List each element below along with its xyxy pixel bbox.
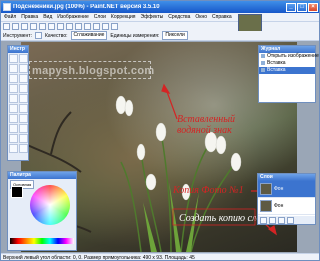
copy-icon[interactable] xyxy=(48,23,55,30)
grid-icon[interactable] xyxy=(102,23,109,30)
clone-stamp-tool-icon[interactable] xyxy=(9,124,18,133)
menu-file[interactable]: Файл xyxy=(4,14,16,20)
main-toolbar xyxy=(1,21,319,31)
colors-panel-title: Палитра xyxy=(8,172,76,179)
app-window: Подснежники.jpg (100%) - Paint.NET верси… xyxy=(0,0,320,261)
history-item[interactable]: Вставка xyxy=(259,60,315,67)
magic-wand-tool-icon[interactable] xyxy=(9,84,18,93)
recolor-tool-icon[interactable] xyxy=(19,124,28,133)
app-icon xyxy=(3,3,11,11)
new-icon[interactable] xyxy=(3,23,10,30)
minimize-button[interactable]: _ xyxy=(286,2,296,12)
shapes-tool-icon[interactable] xyxy=(9,144,18,153)
menu-layers[interactable]: Слои xyxy=(94,14,106,20)
open-icon[interactable] xyxy=(12,23,19,30)
tools-grid xyxy=(8,53,28,154)
rectangle-select-tool-icon[interactable] xyxy=(9,54,18,63)
quality-select[interactable]: Сглаживание xyxy=(70,31,108,40)
move-tool-icon[interactable] xyxy=(19,54,28,63)
crop-icon[interactable] xyxy=(66,23,73,30)
menu-view[interactable]: Вид xyxy=(43,14,52,20)
deselect-icon[interactable] xyxy=(75,23,82,30)
paste-icon[interactable] xyxy=(57,23,64,30)
layer-row[interactable]: Фон xyxy=(258,198,315,215)
units-label: Единицы измерения: xyxy=(110,32,160,39)
gradient-tool-icon[interactable] xyxy=(19,94,28,103)
line-tool-icon[interactable] xyxy=(19,134,28,143)
image-thumbnail[interactable] xyxy=(238,14,262,32)
history-panel: Журнал Открыть изображение Вставка Встав… xyxy=(258,45,319,103)
ellipse-select-tool-icon[interactable] xyxy=(9,74,18,83)
pan-tool-icon[interactable] xyxy=(19,84,28,93)
delete-layer-icon[interactable] xyxy=(269,216,276,224)
menu-effects[interactable]: Эффекты xyxy=(141,14,164,20)
menu-image[interactable]: Изображение xyxy=(57,14,89,20)
layer-thumbnail xyxy=(260,200,272,212)
create-copy-annotation: Создать копию слоя xyxy=(179,213,266,224)
history-item[interactable]: Открыть изображение xyxy=(259,53,319,60)
color-wheel[interactable] xyxy=(30,185,70,225)
move-selection-tool-icon[interactable] xyxy=(19,64,28,73)
menu-adjustments[interactable]: Коррекция xyxy=(111,14,136,20)
pencil-tool-icon[interactable] xyxy=(9,114,18,123)
zoom-tool-icon[interactable] xyxy=(19,74,28,83)
tool-select-icon[interactable] xyxy=(34,32,42,39)
tools-panel-title: Инстр xyxy=(8,46,28,53)
history-item[interactable]: Вставка xyxy=(259,67,315,74)
cut-icon[interactable] xyxy=(39,23,46,30)
quality-label: Качество: xyxy=(44,32,68,39)
text-tool-icon[interactable] xyxy=(9,134,18,143)
menu-utilities[interactable]: Средства xyxy=(168,14,190,20)
redo-icon[interactable] xyxy=(93,23,100,30)
history-panel-title: Журнал xyxy=(259,46,315,53)
layer-name: Фон xyxy=(274,186,284,192)
paintbrush-tool-icon[interactable] xyxy=(9,104,18,113)
undo-icon[interactable] xyxy=(84,23,91,30)
layer-name: Фон xyxy=(274,203,284,209)
menu-edit[interactable]: Правка xyxy=(21,14,38,20)
close-button[interactable]: × xyxy=(308,2,318,12)
maximize-button[interactable]: □ xyxy=(297,2,307,12)
status-bar: Верхний левый угол области: 0, 0. Размер… xyxy=(1,253,319,260)
units-select[interactable]: Пиксели xyxy=(162,31,188,40)
tool-label: Инструмент: xyxy=(3,32,32,39)
paint-bucket-tool-icon[interactable] xyxy=(9,94,18,103)
primary-color-swatch[interactable] xyxy=(11,186,23,198)
add-layer-icon[interactable] xyxy=(260,216,267,224)
menu-bar: Файл Правка Вид Изображение Слои Коррекц… xyxy=(1,13,319,21)
eraser-tool-icon[interactable] xyxy=(19,104,28,113)
tool-options-bar: Инструмент: Качество: Сглаживание Единиц… xyxy=(1,31,319,41)
freeform-shape-tool-icon[interactable] xyxy=(19,144,28,153)
colors-panel: Палитра Основная xyxy=(7,171,77,251)
layer-thumbnail xyxy=(260,183,272,195)
duplicate-layer-icon[interactable] xyxy=(278,216,285,224)
copy-annotation: Копия Фото №1 xyxy=(173,185,244,196)
title-bar[interactable]: Подснежники.jpg (100%) - Paint.NET верси… xyxy=(1,1,319,13)
watermark-text: mapysh.blogspot.com xyxy=(32,65,155,77)
layer-row[interactable]: Фон xyxy=(258,181,315,198)
settings-icon[interactable] xyxy=(111,23,118,30)
palette-swatches[interactable] xyxy=(10,238,74,244)
menu-help[interactable]: Справка xyxy=(212,14,232,20)
layer-properties-icon[interactable] xyxy=(287,216,294,224)
save-icon[interactable] xyxy=(21,23,28,30)
watermark-annotation: Вставленный водяной знак xyxy=(177,114,235,136)
lasso-tool-icon[interactable] xyxy=(9,64,18,73)
print-icon[interactable] xyxy=(30,23,37,30)
color-picker-tool-icon[interactable] xyxy=(19,114,28,123)
layers-panel: Слои Фон Фон xyxy=(257,173,316,225)
layer-tools xyxy=(258,216,315,224)
window-title: Подснежники.jpg (100%) - Paint.NET верси… xyxy=(13,4,160,10)
tools-panel: Инстр xyxy=(7,45,29,161)
menu-window[interactable]: Окно xyxy=(195,14,207,20)
layers-panel-title: Слои xyxy=(258,174,315,181)
